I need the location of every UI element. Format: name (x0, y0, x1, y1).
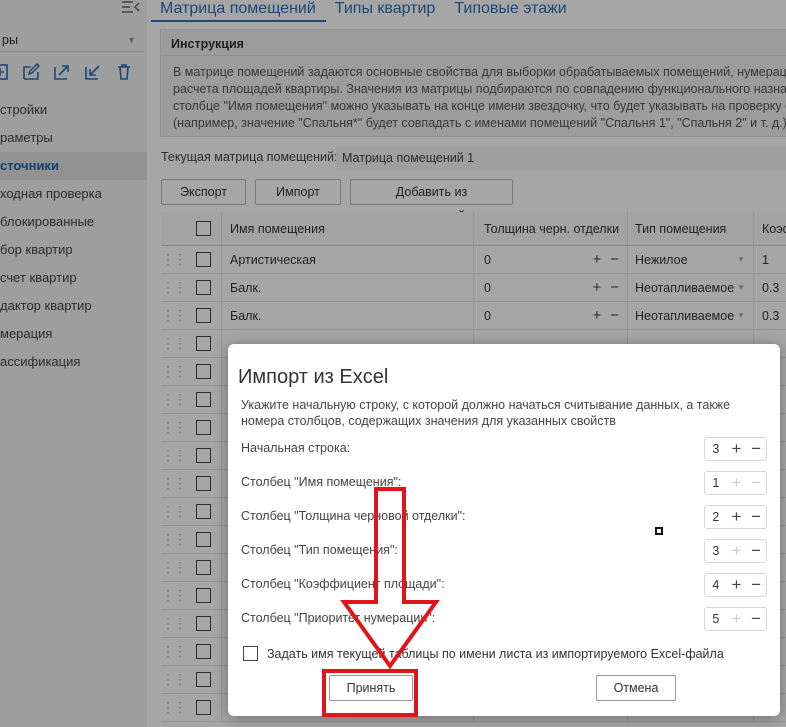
thickness-col-stepper: 2 + − (704, 505, 767, 529)
stepper-value[interactable]: 5 (705, 612, 727, 626)
cursor-marker-icon (655, 527, 663, 535)
checkbox-label: Задать имя текущей таблицы по имени лист… (267, 646, 724, 661)
import-excel-dialog: Импорт из Excel Укажите начальную строку… (228, 344, 780, 716)
minus-icon[interactable]: − (746, 473, 766, 493)
stepper-value[interactable]: 2 (705, 510, 727, 524)
room-name-col-stepper: 1 + − (704, 471, 767, 495)
start-row-stepper: 3 + − (704, 437, 767, 461)
priority-col-stepper: 5 + − (704, 607, 767, 631)
minus-icon[interactable]: − (746, 609, 766, 629)
dialog-description: Укажите начальную строку, с которой долж… (241, 398, 731, 428)
annotation-highlight-box (322, 669, 418, 717)
plus-icon[interactable]: + (727, 439, 747, 459)
plus-icon[interactable]: + (727, 575, 747, 595)
plus-icon[interactable]: + (727, 473, 747, 493)
dialog-title: Импорт из Excel (238, 366, 389, 388)
stepper-value[interactable]: 4 (705, 578, 727, 592)
minus-icon[interactable]: − (746, 439, 766, 459)
plus-icon[interactable]: + (727, 541, 747, 561)
annotation-arrow-icon (340, 487, 440, 670)
field-room-type-col: Столбец "Тип помещения": 3 + − (241, 539, 767, 563)
plus-icon[interactable]: + (727, 507, 747, 527)
minus-icon[interactable]: − (746, 507, 766, 527)
sheet-name-checkbox[interactable] (243, 646, 258, 661)
minus-icon[interactable]: − (746, 541, 766, 561)
field-room-name-col: Столбец "Имя помещения": 1 + − (241, 471, 767, 495)
field-priority-col: Столбец "Приоритет нумерации": 5 + − (241, 607, 767, 631)
stepper-value[interactable]: 3 (705, 544, 727, 558)
field-label: Начальная строка: (241, 441, 351, 455)
field-start-row: Начальная строка: 3 + − (241, 437, 767, 461)
room-type-col-stepper: 3 + − (704, 539, 767, 563)
sheet-name-checkbox-row: Задать имя текущей таблицы по имени лист… (243, 646, 724, 661)
field-coef-col: Столбец "Коэффициент площади": 4 + − (241, 573, 767, 597)
coef-col-stepper: 4 + − (704, 573, 767, 597)
minus-icon[interactable]: − (746, 575, 766, 595)
plus-icon[interactable]: + (727, 609, 747, 629)
stepper-value[interactable]: 3 (705, 442, 727, 456)
cancel-button[interactable]: Отмена (596, 675, 676, 701)
field-thickness-col: Столбец "Толщина черновой отделки": 2 + … (241, 505, 767, 529)
stepper-value[interactable]: 1 (705, 476, 727, 490)
